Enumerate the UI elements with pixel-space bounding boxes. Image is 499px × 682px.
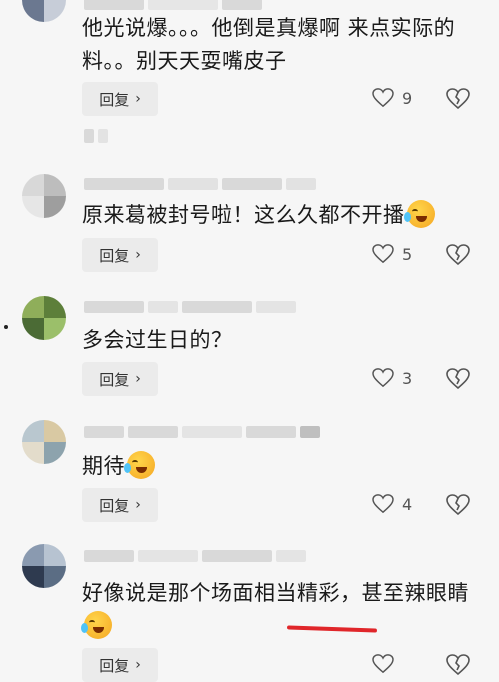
chevron-right-icon: › bbox=[135, 497, 141, 513]
broken-heart-icon[interactable] bbox=[446, 653, 470, 677]
reply-thread-blurred[interactable] bbox=[84, 128, 108, 144]
username-blurred[interactable] bbox=[84, 299, 296, 315]
username-blurred[interactable] bbox=[84, 176, 316, 192]
reply-label: 回复 bbox=[99, 90, 130, 109]
laugh-cry-emoji bbox=[81, 611, 112, 639]
reply-label: 回复 bbox=[99, 496, 130, 515]
avatar[interactable] bbox=[22, 174, 66, 218]
chevron-right-icon: › bbox=[135, 657, 141, 673]
comment-text: 多会过生日的？ bbox=[82, 328, 233, 352]
like-button[interactable] bbox=[372, 654, 402, 674]
reply-button[interactable]: 回复 › bbox=[82, 238, 158, 272]
like-count: 9 bbox=[402, 88, 413, 108]
broken-heart-icon[interactable] bbox=[446, 243, 470, 267]
broken-heart-icon[interactable] bbox=[446, 87, 470, 111]
heart-icon bbox=[372, 654, 394, 674]
heart-icon bbox=[372, 88, 394, 108]
bullet-dot bbox=[4, 325, 8, 329]
broken-heart-icon[interactable] bbox=[446, 493, 470, 517]
like-button[interactable]: 9 bbox=[372, 88, 412, 108]
username-blurred[interactable] bbox=[84, 424, 320, 440]
heart-icon bbox=[372, 368, 394, 388]
avatar[interactable] bbox=[22, 544, 66, 588]
broken-heart-icon[interactable] bbox=[446, 367, 470, 391]
like-button[interactable]: 3 bbox=[372, 368, 412, 388]
reply-label: 回复 bbox=[99, 370, 130, 389]
reply-button[interactable]: 回复 › bbox=[82, 362, 158, 396]
like-count: 5 bbox=[402, 244, 413, 264]
reply-button[interactable]: 回复 › bbox=[82, 488, 158, 522]
laugh-cry-emoji bbox=[124, 451, 155, 479]
avatar[interactable] bbox=[22, 0, 66, 22]
heart-icon bbox=[372, 494, 394, 514]
comment-text: 好像说是那个场面相当精彩，甚至辣眼睛 bbox=[81, 577, 482, 643]
heart-icon bbox=[372, 244, 394, 264]
comment-text: 原来葛被封号啦！这么久都不开播 bbox=[82, 199, 482, 232]
reply-button[interactable]: 回复 › bbox=[82, 82, 158, 116]
laugh-cry-emoji bbox=[403, 200, 435, 228]
chevron-right-icon: › bbox=[135, 371, 141, 387]
chevron-right-icon: › bbox=[135, 247, 141, 263]
like-count: 3 bbox=[402, 368, 413, 388]
avatar[interactable] bbox=[22, 296, 66, 340]
comment-text: 期待 bbox=[82, 450, 482, 483]
like-button[interactable]: 5 bbox=[372, 244, 412, 264]
avatar[interactable] bbox=[22, 420, 66, 464]
username-blurred[interactable] bbox=[84, 0, 262, 12]
like-count: 4 bbox=[402, 494, 413, 514]
reply-label: 回复 bbox=[99, 656, 130, 675]
like-button[interactable]: 4 bbox=[372, 494, 412, 514]
username-blurred[interactable] bbox=[84, 548, 306, 564]
chevron-right-icon: › bbox=[135, 91, 141, 107]
reply-label: 回复 bbox=[99, 246, 130, 265]
reply-button[interactable]: 回复 › bbox=[82, 648, 158, 682]
comment-text: 他光说爆。。。他倒是真爆啊 来点实际的料。。别天天耍嘴皮子 bbox=[82, 16, 456, 73]
